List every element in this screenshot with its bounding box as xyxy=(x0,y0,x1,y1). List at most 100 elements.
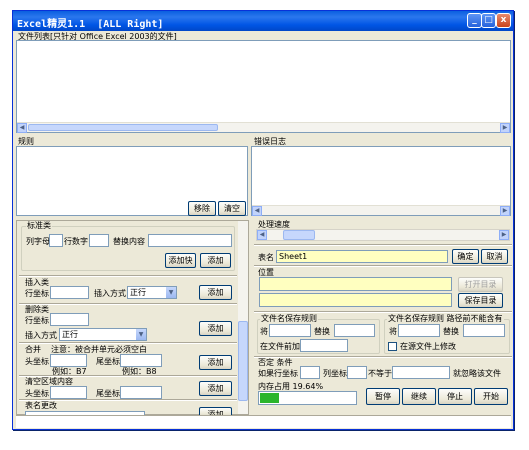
fname-path-title: 文件名保存规则 路径前不能含有 xyxy=(387,314,504,324)
source-edit-checkbox[interactable] xyxy=(388,342,397,351)
fname-replace-label: 替换 xyxy=(314,327,330,336)
rename-title: 表名更改 xyxy=(25,401,57,410)
open-dir-button[interactable]: 打开目录 xyxy=(458,277,503,292)
error-log-hscrollbar[interactable]: ◀ ▶ xyxy=(252,205,510,216)
file-list[interactable]: ◀ ▶ xyxy=(16,40,511,133)
clear-rules-button[interactable]: 清空 xyxy=(218,201,246,216)
deny-col-label: 列坐标 xyxy=(323,369,347,378)
merge-add-button[interactable]: 添加 xyxy=(199,355,232,370)
scroll-left-icon[interactable]: ◀ xyxy=(252,206,262,216)
slider-right-icon[interactable]: ▶ xyxy=(499,230,509,240)
scroll-right-icon[interactable]: ▶ xyxy=(500,123,510,133)
insert-title: 插入类 xyxy=(25,278,49,287)
error-log[interactable]: ◀ ▶ xyxy=(251,146,511,216)
fname-title: 文件名保存规则 xyxy=(260,314,318,324)
divider xyxy=(254,311,512,313)
deny-value-input[interactable] xyxy=(392,366,450,379)
delete-row-input[interactable] xyxy=(50,313,89,326)
col-letter-input[interactable] xyxy=(49,234,63,247)
row-number-input[interactable] xyxy=(89,234,109,247)
clear-start-input[interactable] xyxy=(50,386,87,399)
pause-button[interactable]: 暂停 xyxy=(366,388,400,405)
speed-slider[interactable]: ◀ ▶ xyxy=(256,229,510,241)
memory-bar xyxy=(258,391,357,405)
delete-mode-label: 插入方式 xyxy=(25,331,57,340)
speed-slider-thumb[interactable] xyxy=(283,230,315,240)
fname-path-replace-label: 替换 xyxy=(443,327,459,336)
maximize-button[interactable]: □ xyxy=(481,13,496,28)
std-title: 标准类 xyxy=(26,221,52,231)
fname-path-from-input[interactable] xyxy=(398,324,440,337)
status-bar xyxy=(16,415,511,428)
insert-mode-value: 正行 xyxy=(130,288,146,297)
delete-mode-select[interactable]: 正行 ▼ xyxy=(59,328,147,341)
insert-add-button[interactable]: 添加 xyxy=(199,285,232,300)
merge-end-input[interactable] xyxy=(120,354,162,367)
save-dir-button[interactable]: 保存目录 xyxy=(458,293,503,308)
clear-end-label: 尾坐标 xyxy=(96,389,120,398)
remove-button[interactable]: 移除 xyxy=(188,201,216,216)
clear-end-input[interactable] xyxy=(120,386,162,399)
start-button[interactable]: 开始 xyxy=(474,388,508,405)
delete-add-button[interactable]: 添加 xyxy=(199,321,232,336)
memory-bar-fill xyxy=(260,393,279,403)
replace-content-input[interactable] xyxy=(148,234,232,247)
resume-button[interactable]: 继续 xyxy=(402,388,436,405)
scroll-left-icon[interactable]: ◀ xyxy=(17,123,27,133)
sheet-name-input[interactable]: Sheet1 xyxy=(276,250,448,263)
scroll-right-icon[interactable]: ▶ xyxy=(500,206,510,216)
divider xyxy=(19,303,237,305)
fname-path-group: 文件名保存规则 路径前不能含有 将 替换 在源文件上修改 xyxy=(384,314,510,354)
merge-title: 合并 xyxy=(25,345,41,354)
deny-neq-label: 不等于 xyxy=(368,369,392,378)
minimize-button[interactable]: _ xyxy=(467,13,482,28)
merge-start-label: 头坐标 xyxy=(25,357,49,366)
clear-add-button[interactable]: 添加 xyxy=(199,381,232,396)
delete-row-label: 行坐标 xyxy=(25,316,49,325)
open-dir-input[interactable] xyxy=(259,277,452,291)
fname-path-to-input[interactable] xyxy=(463,324,505,337)
file-list-hscrollbar[interactable]: ◀ ▶ xyxy=(17,122,510,133)
col-letter-label: 列字母 xyxy=(26,237,50,246)
deny-skip-label: 就忽略该文件 xyxy=(453,369,501,378)
deny-row-input[interactable] xyxy=(300,366,320,379)
scroll-thumb[interactable] xyxy=(28,124,218,131)
rules-list[interactable]: 移除 清空 xyxy=(16,146,248,216)
rule-editor-panel: 标准类 列字母 行数字 替换内容 添加快 添加 插入类 行坐标 插入方式 正行 ▼… xyxy=(16,220,249,419)
title-bar[interactable]: Excel精灵1.1 [ALL Right] _ □ x xyxy=(13,11,513,31)
std-group: 标准类 列字母 行数字 替换内容 添加快 添加 xyxy=(21,221,235,271)
fname-prefix-input[interactable] xyxy=(300,339,348,352)
close-button[interactable]: x xyxy=(496,13,511,28)
insert-mode-label: 插入方式 xyxy=(94,289,126,298)
chevron-down-icon[interactable]: ▼ xyxy=(165,287,176,298)
sheet-ok-button[interactable]: 确定 xyxy=(452,249,479,264)
clear-start-label: 头坐标 xyxy=(25,389,49,398)
stop-button[interactable]: 停止 xyxy=(438,388,472,405)
fname-from-input[interactable] xyxy=(269,324,311,337)
divider xyxy=(19,342,237,344)
chevron-down-icon[interactable]: ▼ xyxy=(135,329,146,340)
scroll-thumb[interactable] xyxy=(238,321,248,401)
fname-to-input[interactable] xyxy=(334,324,375,337)
delete-mode-value: 正行 xyxy=(62,330,78,339)
rule-editor-vscrollbar[interactable] xyxy=(238,221,248,414)
sheet-cancel-button[interactable]: 取消 xyxy=(481,249,508,264)
add-fast-button[interactable]: 添加快 xyxy=(165,253,196,268)
divider xyxy=(254,244,512,246)
fname-from-label: 将 xyxy=(260,327,268,336)
merge-start-input[interactable] xyxy=(50,354,87,367)
slider-left-icon[interactable]: ◀ xyxy=(257,230,267,240)
std-add-button[interactable]: 添加 xyxy=(200,253,231,268)
deny-title: 否定 条件 xyxy=(258,358,293,367)
fname-path-from-label: 将 xyxy=(389,327,397,336)
insert-row-input[interactable] xyxy=(50,286,89,299)
row-number-label: 行数字 xyxy=(64,237,88,246)
deny-col-input[interactable] xyxy=(347,366,367,379)
delete-title: 删除类 xyxy=(25,305,49,314)
fname-prefix-label: 在文件前加 xyxy=(260,342,300,351)
insert-mode-select[interactable]: 正行 ▼ xyxy=(127,286,177,299)
replace-content-label: 替换内容 xyxy=(113,237,145,246)
sheet-label: 表名 xyxy=(258,253,274,262)
save-dir-input[interactable] xyxy=(259,293,452,307)
divider xyxy=(19,275,237,277)
